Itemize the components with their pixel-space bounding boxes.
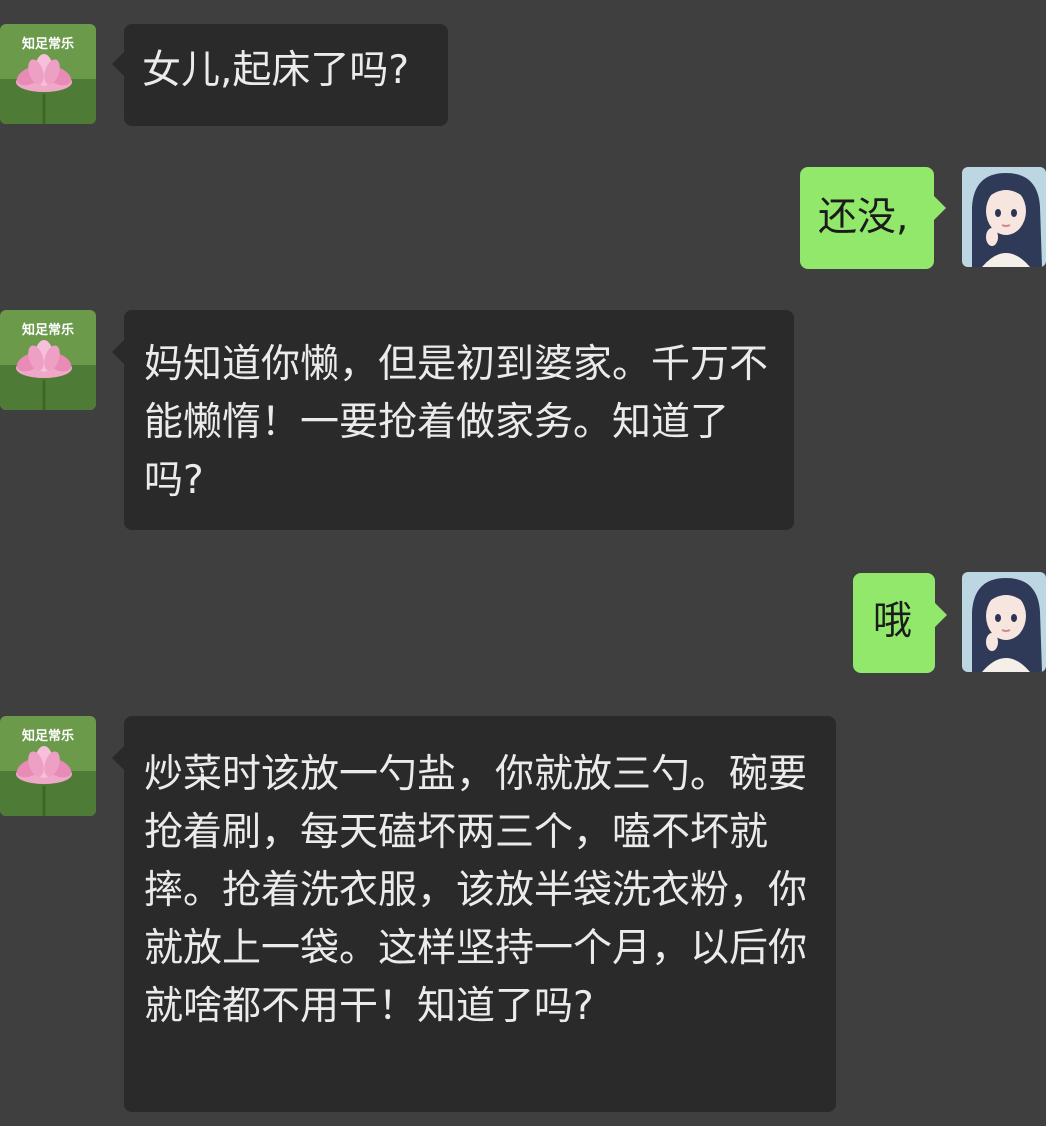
contact-avatar[interactable]: 知足常乐 bbox=[0, 310, 96, 410]
bubble-tail bbox=[112, 52, 124, 76]
self-avatar[interactable] bbox=[962, 572, 1046, 672]
message-bubble-outgoing[interactable]: 还没, bbox=[800, 167, 934, 269]
avatar-caption: 知足常乐 bbox=[22, 322, 74, 338]
anime-girl-portrait-icon bbox=[962, 167, 1046, 267]
bubble-tail bbox=[112, 340, 124, 364]
bubble-tail bbox=[934, 196, 946, 220]
message-text: 女儿,起床了吗? bbox=[142, 48, 410, 93]
lotus-flower-icon: 知足常乐 bbox=[0, 716, 96, 816]
message-bubble-incoming[interactable]: 女儿,起床了吗? bbox=[124, 24, 448, 126]
message-text: 哦 bbox=[873, 599, 913, 644]
message-bubble-incoming[interactable]: 炒菜时该放一勺盐，你就放三勺。碗要抢着刷，每天磕坏两三个，嗑不坏就摔。抢着洗衣服… bbox=[124, 716, 836, 1112]
bubble-tail bbox=[112, 746, 124, 770]
bubble-tail bbox=[935, 603, 947, 627]
anime-girl-portrait-icon bbox=[962, 572, 1046, 672]
avatar-caption: 知足常乐 bbox=[22, 728, 74, 744]
message-text: 炒菜时该放一勺盐，你就放三勺。碗要抢着刷，每天磕坏两三个，嗑不坏就摔。抢着洗衣服… bbox=[144, 752, 808, 1029]
message-bubble-incoming[interactable]: 妈知道你懒，但是初到婆家。千万不能懒惰！一要抢着做家务。知道了吗? bbox=[124, 310, 794, 530]
lotus-flower-icon: 知足常乐 bbox=[0, 310, 96, 410]
contact-avatar[interactable]: 知足常乐 bbox=[0, 716, 96, 816]
message-text: 妈知道你懒，但是初到婆家。千万不能懒惰！一要抢着做家务。知道了吗? bbox=[144, 342, 769, 503]
contact-avatar[interactable]: 知足常乐 bbox=[0, 24, 96, 124]
avatar-caption: 知足常乐 bbox=[22, 36, 74, 52]
lotus-flower-icon: 知足常乐 bbox=[0, 24, 96, 124]
chat-conversation: 知足常乐 女儿,起床了吗? 还没, 知足常乐 妈知道你懒，但是初到婆家。千万不能… bbox=[0, 0, 1046, 1126]
message-bubble-outgoing[interactable]: 哦 bbox=[853, 573, 935, 673]
self-avatar[interactable] bbox=[962, 167, 1046, 267]
message-text: 还没, bbox=[818, 195, 909, 240]
